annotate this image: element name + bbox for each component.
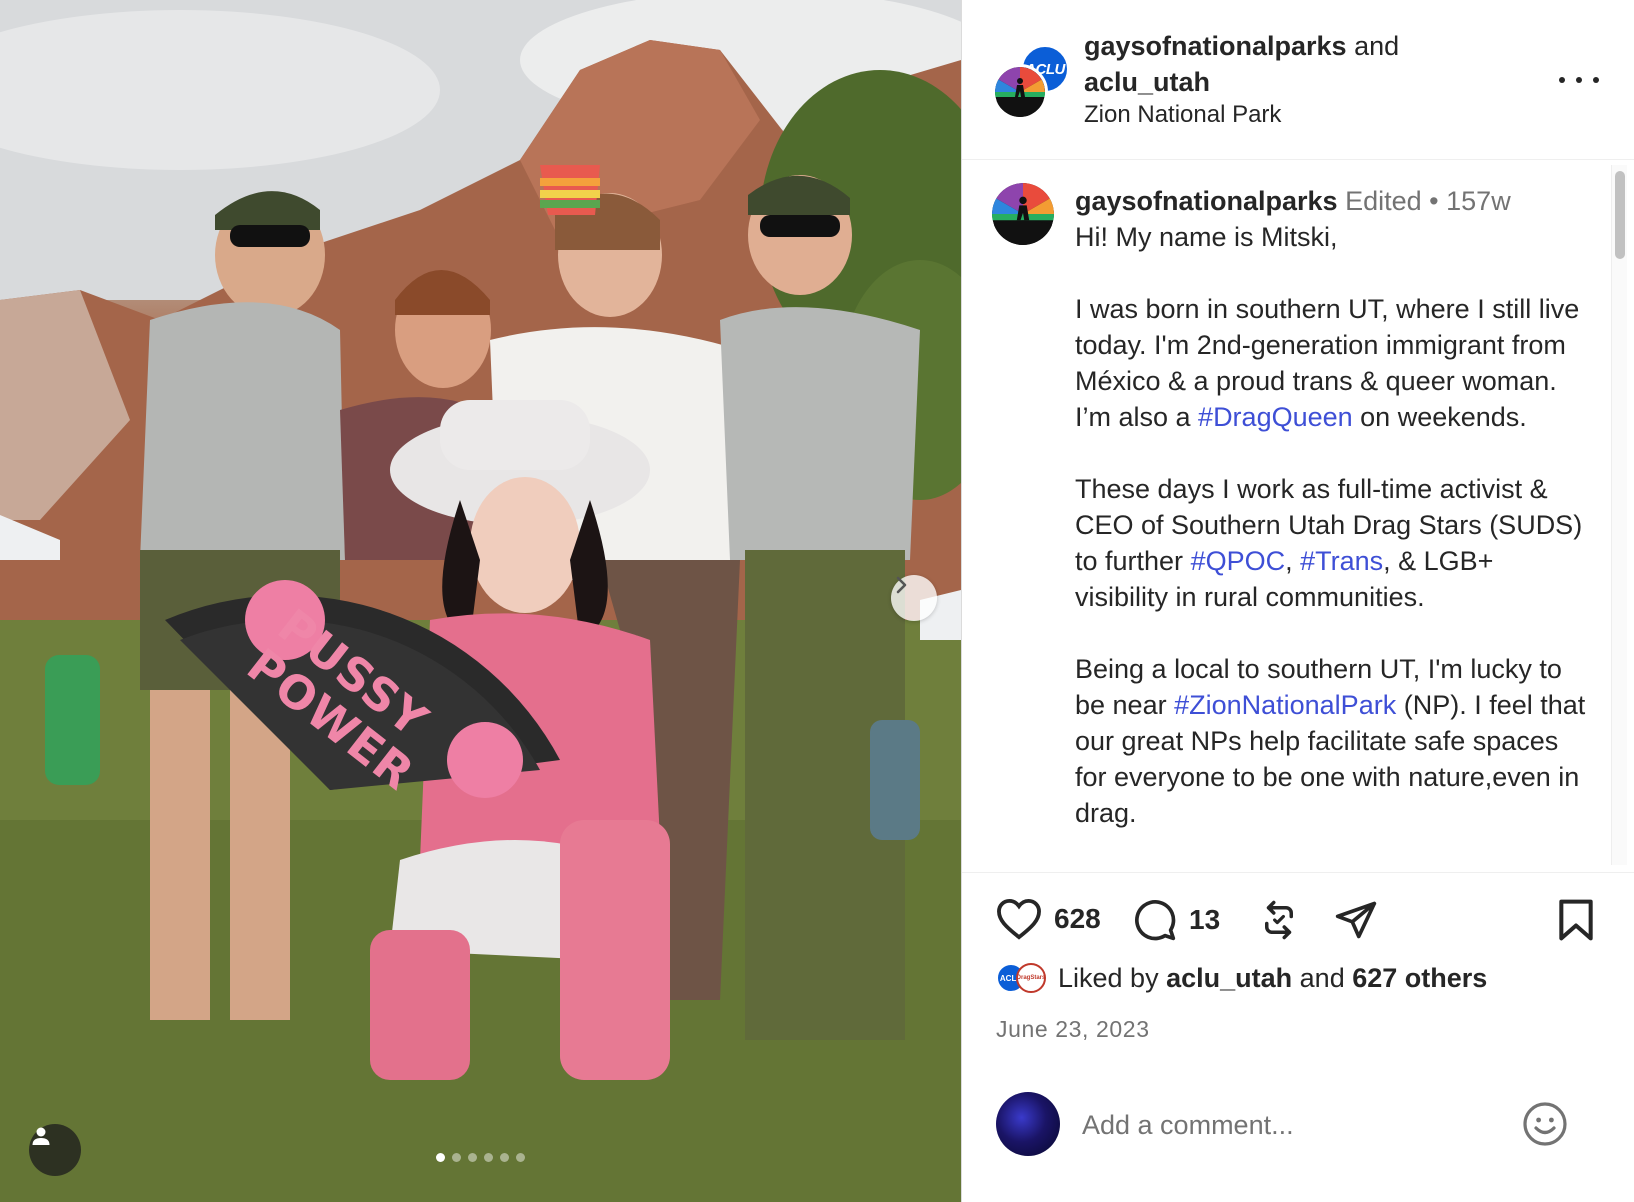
caption-paragraph: These days I work as full-time activist … xyxy=(1075,471,1590,615)
collab-usernames: gaysofnationalparks and aclu_utah xyxy=(1084,28,1399,100)
caption-username[interactable]: gaysofnationalparks xyxy=(1075,186,1338,216)
liker-avatar-dragstars: DragStars xyxy=(1016,963,1046,993)
carousel-dot xyxy=(468,1153,477,1162)
share-button[interactable] xyxy=(1334,898,1378,942)
carousel-dot xyxy=(516,1153,525,1162)
liked-by-row[interactable]: ACLU DragStars Liked by aclu_utah and 62… xyxy=(996,958,1487,998)
liked-by-user[interactable]: aclu_utah xyxy=(1166,963,1292,994)
send-icon xyxy=(1335,901,1377,939)
liked-by-and: and xyxy=(1299,962,1345,993)
more-dot-icon xyxy=(1593,77,1599,83)
heart-icon xyxy=(997,898,1041,940)
hashtag-qpoc[interactable]: #QPOC xyxy=(1191,546,1286,576)
action-bar: 628 13 xyxy=(962,890,1634,950)
user-icon xyxy=(32,1127,50,1145)
edited-label: Edited xyxy=(1345,186,1422,216)
carousel-dot xyxy=(500,1153,509,1162)
more-options-button[interactable] xyxy=(1559,68,1599,92)
save-button[interactable] xyxy=(1556,898,1596,942)
tagged-users-button[interactable] xyxy=(29,1124,81,1176)
post-photo[interactable]: PUSSY POWER xyxy=(0,0,961,1202)
comment-button[interactable]: 13 xyxy=(1133,898,1220,942)
emoji-button[interactable] xyxy=(1521,1100,1569,1148)
likes-count: 628 xyxy=(1054,903,1101,934)
scrollbar-thumb[interactable] xyxy=(1615,171,1625,259)
caption-text: Hi! My name is Mitski, I was born in sou… xyxy=(1075,219,1590,867)
rainbow-hiker-logo xyxy=(992,183,1054,245)
post-age[interactable]: 157w xyxy=(1446,186,1511,216)
like-button[interactable]: 628 xyxy=(996,898,1101,940)
liked-by-others[interactable]: 627 others xyxy=(1352,963,1487,994)
caption-paragraph: Being a local to southern UT, I'm lucky … xyxy=(1075,651,1590,831)
post-date[interactable]: June 23, 2023 xyxy=(996,1016,1150,1043)
chevron-right-icon xyxy=(896,576,907,594)
username-gaysofnationalparks[interactable]: gaysofnationalparks xyxy=(1084,31,1347,61)
carousel-dot xyxy=(436,1153,445,1162)
gaysofnationalparks-avatar[interactable] xyxy=(992,64,1048,120)
repost-icon xyxy=(1265,900,1293,940)
photo-illustration xyxy=(0,0,961,1202)
caption-paragraph: I was born in southern UT, where I still… xyxy=(1075,291,1590,435)
smiley-icon xyxy=(1523,1102,1567,1146)
caption-scroll-area[interactable]: gaysofnationalparks Edited • 157w Hi! My… xyxy=(962,161,1634,873)
comments-count: 13 xyxy=(1189,904,1221,935)
post-location[interactable]: Zion National Park xyxy=(1084,101,1281,129)
carousel-next-button[interactable] xyxy=(891,575,937,621)
caption-author-avatar[interactable] xyxy=(992,183,1054,245)
liked-by-prefix: Liked by xyxy=(1058,962,1159,993)
more-dot-icon xyxy=(1576,77,1582,83)
carousel-dot xyxy=(452,1153,461,1162)
caption-scrollbar[interactable] xyxy=(1611,165,1627,865)
caption-header: gaysofnationalparks Edited • 157w xyxy=(1075,183,1511,219)
carousel-dot xyxy=(484,1153,493,1162)
caption-p2b: on weekends. xyxy=(1352,402,1527,432)
and-text: and xyxy=(1354,31,1400,61)
carousel-indicators xyxy=(0,1153,961,1162)
current-user-avatar xyxy=(996,1092,1060,1156)
hashtag-zionnationalpark[interactable]: #ZionNationalPark xyxy=(1174,690,1396,720)
repost-button[interactable] xyxy=(1258,898,1300,942)
post-side-panel: ACLU gaysofnationalparks and aclu_utah Z… xyxy=(961,0,1634,1202)
comment-input[interactable] xyxy=(1082,1106,1502,1144)
hashtag-trans[interactable]: #Trans xyxy=(1300,546,1383,576)
bookmark-icon xyxy=(1559,899,1593,941)
collab-avatars[interactable]: ACLU xyxy=(992,44,1070,120)
caption-p3-sep: , xyxy=(1285,546,1301,576)
caption-paragraph: Hi! My name is Mitski, xyxy=(1075,219,1590,255)
caption-p1: Hi! My name is Mitski, xyxy=(1075,222,1338,252)
comment-icon xyxy=(1135,900,1176,941)
rainbow-hiker-logo xyxy=(995,67,1045,117)
meta-separator: • xyxy=(1429,186,1439,216)
username-aclu-utah[interactable]: aclu_utah xyxy=(1084,67,1210,97)
more-dot-icon xyxy=(1559,77,1565,83)
liker-avatar-dragstars-text: DragStars xyxy=(1016,975,1046,981)
post-header: ACLU gaysofnationalparks and aclu_utah Z… xyxy=(962,0,1634,160)
hashtag-dragqueen[interactable]: #DragQueen xyxy=(1198,402,1353,432)
add-comment-row xyxy=(962,1088,1634,1168)
